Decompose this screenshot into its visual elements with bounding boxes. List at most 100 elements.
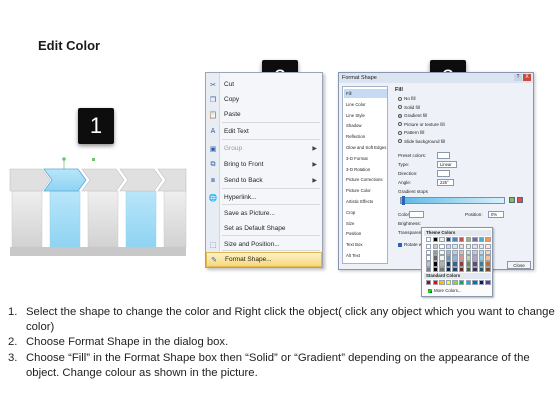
- theme-color-swatch[interactable]: [426, 237, 432, 243]
- theme-color-swatch[interactable]: [478, 255, 485, 261]
- rotation-handle[interactable]: [62, 157, 66, 161]
- theme-color-swatch[interactable]: [472, 267, 478, 273]
- theme-color-swatch[interactable]: [426, 249, 432, 255]
- theme-color-swatch[interactable]: [439, 255, 445, 261]
- theme-color-swatch[interactable]: [445, 249, 452, 255]
- category-crop[interactable]: Crop: [344, 208, 387, 217]
- menu-item-save-as-picture[interactable]: Save as Picture...: [206, 206, 322, 221]
- theme-color-swatch[interactable]: [445, 237, 452, 243]
- theme-color-swatch[interactable]: [432, 261, 438, 267]
- theme-color-swatch[interactable]: [439, 261, 445, 267]
- theme-color-swatch[interactable]: [459, 243, 465, 250]
- theme-color-swatch[interactable]: [459, 261, 465, 267]
- menu-item-paste[interactable]: 📋 Paste: [206, 107, 322, 122]
- theme-color-swatch[interactable]: [432, 243, 438, 250]
- theme-color-swatch[interactable]: [439, 243, 445, 250]
- theme-color-swatch[interactable]: [485, 237, 491, 243]
- angle-input[interactable]: 225°: [437, 179, 454, 186]
- fill-option-picture-or-texture-fill[interactable]: Picture or texture fill: [398, 122, 445, 127]
- type-dropdown[interactable]: Linear: [437, 161, 457, 168]
- menu-item-send-to-back[interactable]: ⧈ Send to Back ▶: [206, 173, 322, 188]
- theme-color-swatch[interactable]: [452, 237, 458, 243]
- theme-color-swatch[interactable]: [485, 261, 491, 267]
- theme-color-swatch[interactable]: [432, 255, 438, 261]
- theme-color-swatch[interactable]: [485, 249, 491, 255]
- category-alt-text[interactable]: Alt Text: [344, 251, 387, 260]
- category-artistic-effects[interactable]: Artistic Effects: [344, 197, 387, 206]
- standard-color-swatch[interactable]: [472, 280, 478, 286]
- category-3-d-format[interactable]: 3-D Format: [344, 154, 387, 163]
- menu-item-hyperlink[interactable]: 🌐 Hyperlink...: [206, 190, 322, 205]
- theme-color-swatch[interactable]: [452, 267, 458, 273]
- menu-item-format-shape[interactable]: ✎ Format Shape...: [206, 252, 322, 267]
- preset-colors-dropdown[interactable]: [437, 152, 450, 159]
- fill-option-gradient-fill[interactable]: Gradient fill: [398, 113, 427, 118]
- help-button[interactable]: ?: [514, 74, 522, 81]
- theme-color-swatch[interactable]: [439, 267, 445, 273]
- theme-color-swatch[interactable]: [478, 237, 485, 243]
- category-reflection[interactable]: Reflection: [344, 132, 387, 141]
- theme-color-swatch[interactable]: [445, 261, 452, 267]
- theme-color-swatch[interactable]: [445, 243, 452, 250]
- theme-color-swatch[interactable]: [485, 243, 491, 250]
- theme-color-swatch[interactable]: [426, 261, 432, 267]
- theme-color-swatch[interactable]: [472, 255, 478, 261]
- theme-color-swatch[interactable]: [459, 267, 465, 273]
- remove-stop-icon[interactable]: [517, 197, 523, 203]
- standard-color-swatch[interactable]: [426, 280, 432, 286]
- theme-color-swatch[interactable]: [485, 255, 491, 261]
- fill-option-no-fill[interactable]: No fill: [398, 96, 416, 101]
- dialog-close-x-button[interactable]: X: [523, 74, 531, 81]
- menu-item-set-as-default-shape[interactable]: Set as Default Shape: [206, 221, 322, 236]
- category-picture-color[interactable]: Picture Color: [344, 186, 387, 195]
- gradient-stops-bar[interactable]: [400, 197, 505, 204]
- direction-dropdown[interactable]: [437, 170, 450, 177]
- theme-color-swatch[interactable]: [478, 261, 485, 267]
- theme-color-swatch[interactable]: [426, 255, 432, 261]
- color-picker-button[interactable]: [409, 211, 424, 218]
- theme-color-swatch[interactable]: [432, 249, 438, 255]
- theme-color-swatch[interactable]: [439, 249, 445, 255]
- theme-color-swatch[interactable]: [445, 267, 452, 273]
- standard-color-swatch[interactable]: [445, 280, 452, 286]
- theme-color-swatch[interactable]: [445, 255, 452, 261]
- theme-color-swatch[interactable]: [432, 267, 438, 273]
- standard-color-swatch[interactable]: [478, 280, 485, 286]
- theme-color-swatch[interactable]: [426, 243, 432, 250]
- theme-color-swatch[interactable]: [478, 249, 485, 255]
- theme-color-swatch[interactable]: [452, 249, 458, 255]
- theme-color-swatch[interactable]: [472, 249, 478, 255]
- theme-color-swatch[interactable]: [432, 237, 438, 243]
- category-position[interactable]: Position: [344, 229, 387, 238]
- gradient-stop-handle[interactable]: [402, 196, 405, 205]
- fill-option-solid-fill[interactable]: Solid fill: [398, 105, 420, 110]
- theme-color-swatch[interactable]: [459, 249, 465, 255]
- theme-color-swatch[interactable]: [452, 243, 458, 250]
- theme-color-swatch[interactable]: [465, 261, 471, 267]
- position-input[interactable]: 0%: [488, 211, 504, 218]
- theme-color-swatch[interactable]: [459, 237, 465, 243]
- theme-color-swatch[interactable]: [452, 255, 458, 261]
- theme-color-swatch[interactable]: [465, 255, 471, 261]
- theme-color-swatch[interactable]: [439, 237, 445, 243]
- fill-option-slide-background-fill[interactable]: Slide background fill: [398, 139, 445, 144]
- theme-color-swatch[interactable]: [426, 267, 432, 273]
- theme-color-swatch[interactable]: [472, 243, 478, 250]
- resize-handle[interactable]: [92, 158, 95, 161]
- standard-color-swatch[interactable]: [439, 280, 445, 286]
- rotate-checkbox[interactable]: Rotate w: [398, 242, 422, 247]
- category-size[interactable]: Size: [344, 219, 387, 228]
- menu-item-group[interactable]: ▣ Group ▶: [206, 141, 322, 156]
- category-line-style[interactable]: Line Style: [344, 111, 387, 120]
- category-line-color[interactable]: Line Color: [344, 100, 387, 109]
- theme-color-swatch[interactable]: [485, 267, 491, 273]
- theme-color-swatch[interactable]: [472, 261, 478, 267]
- add-stop-icon[interactable]: [509, 197, 515, 203]
- standard-color-swatch[interactable]: [432, 280, 438, 286]
- theme-color-swatch[interactable]: [465, 249, 471, 255]
- standard-color-swatch[interactable]: [452, 280, 458, 286]
- category-fill[interactable]: Fill: [344, 89, 387, 98]
- theme-color-swatch[interactable]: [465, 243, 471, 250]
- menu-item-edit-text[interactable]: A Edit Text: [206, 124, 322, 139]
- menu-item-copy[interactable]: ❐ Copy: [206, 92, 322, 107]
